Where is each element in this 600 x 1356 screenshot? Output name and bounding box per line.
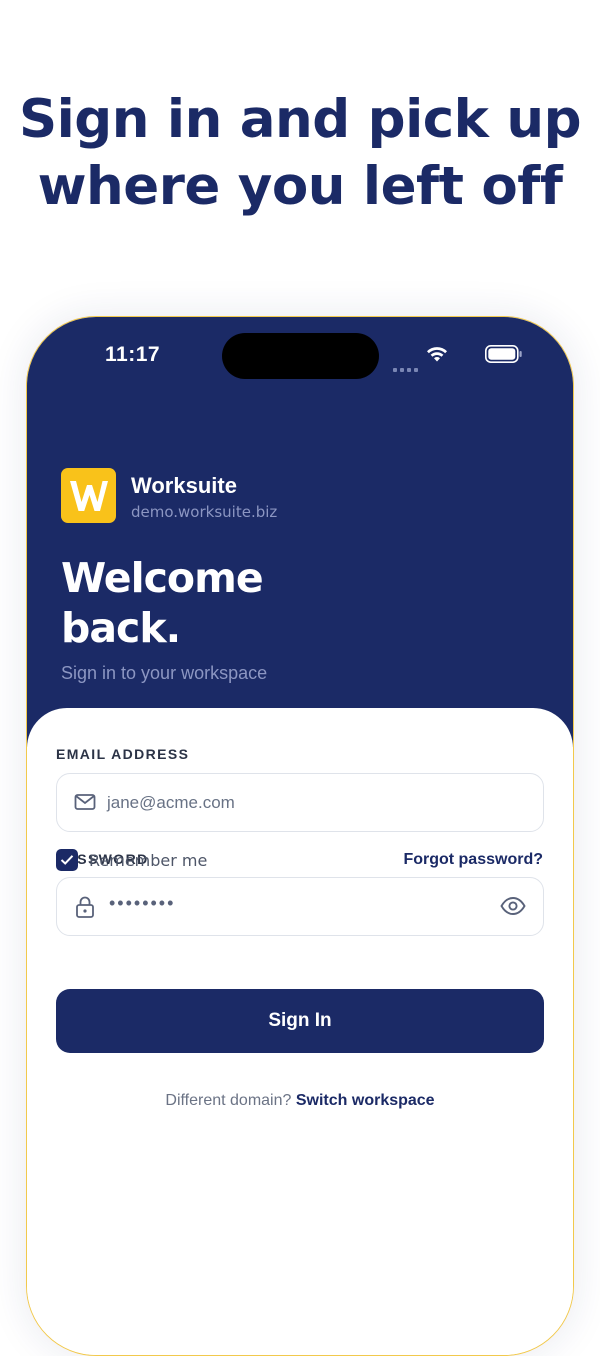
checkmark-icon <box>60 855 74 865</box>
hero-header: 11:17 Worksuite demo.worksuite.biz Welco… <box>27 317 573 747</box>
phone-frame: 11:17 Worksuite demo.worksuite.biz Welco… <box>26 316 574 1356</box>
switch-workspace-footer: Different domain? Switch workspace <box>27 1092 573 1110</box>
welcome-heading: Welcome back. <box>61 553 264 653</box>
email-value: jane@acme.com <box>107 793 235 812</box>
lock-icon <box>76 896 94 918</box>
headline-line-1: Sign in and pick up <box>18 89 582 150</box>
login-form-sheet: EMAIL ADDRESS jane@acme.com PASSWORD •••… <box>27 708 573 1355</box>
welcome-line-2: back. <box>61 604 181 652</box>
headline-line-2: where you left off <box>37 156 563 217</box>
brand-name: Worksuite <box>131 473 237 498</box>
status-time: 11:17 <box>105 343 161 366</box>
battery-icon <box>485 345 522 363</box>
sign-in-button[interactable]: Sign In <box>56 989 544 1053</box>
w-logo-icon <box>70 481 108 511</box>
wifi-icon <box>427 347 447 362</box>
dynamic-island <box>222 333 379 379</box>
marketing-headline: Sign in and pick up where you left off <box>0 86 600 220</box>
envelope-icon <box>74 794 96 810</box>
welcome-subtitle: Sign in to your workspace <box>61 663 268 683</box>
worksuite-logo <box>61 468 116 523</box>
cellular-signal-icon <box>393 359 421 372</box>
brand-domain: demo.worksuite.biz <box>131 503 278 521</box>
password-mask: •••••••• <box>109 893 176 913</box>
forgot-password-link[interactable]: Forgot password? <box>403 851 543 869</box>
password-field[interactable]: •••••••• <box>56 877 544 936</box>
switch-workspace-link[interactable]: Switch workspace <box>296 1092 435 1109</box>
remember-checkbox[interactable] <box>56 849 78 871</box>
welcome-line-1: Welcome <box>61 554 264 602</box>
footer-prompt: Different domain? <box>165 1092 292 1109</box>
email-field[interactable]: jane@acme.com <box>56 773 544 832</box>
status-icons <box>393 345 523 372</box>
eye-icon[interactable] <box>500 895 526 917</box>
remember-label[interactable]: Remember me <box>89 851 207 870</box>
email-label: EMAIL ADDRESS <box>56 746 190 762</box>
